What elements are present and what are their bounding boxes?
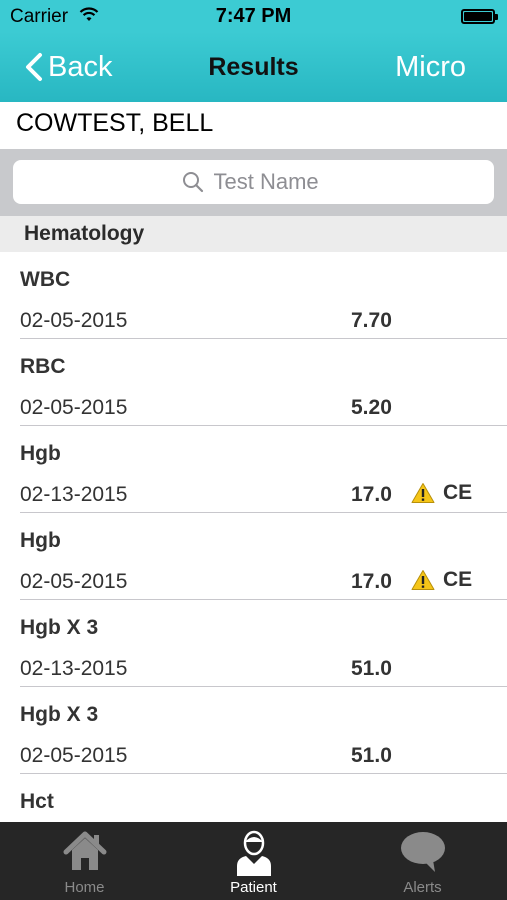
tab-alerts[interactable]: Alerts — [338, 822, 507, 900]
clock: 7:47 PM — [215, 5, 292, 27]
test-name: RBC — [20, 355, 66, 378]
tab-bar: Home Patient Alerts — [0, 822, 507, 900]
result-value: 17.0 — [351, 570, 392, 593]
back-button-label: Back — [48, 50, 113, 83]
result-row[interactable]: Hct — [0, 774, 507, 822]
tab-home[interactable]: Home — [0, 822, 169, 900]
result-value: 51.0 — [351, 657, 392, 680]
result-date: 02-05-2015 — [20, 744, 128, 767]
test-name: Hgb X 3 — [20, 703, 99, 726]
result-value: 5.20 — [351, 396, 392, 419]
speech-bubble-icon — [400, 832, 445, 872]
section-header-hematology: Hematology — [0, 216, 507, 252]
result-row[interactable]: Hgb X 3 02-13-2015 51.0 — [0, 600, 507, 687]
chevron-left-icon — [26, 53, 42, 81]
navigation-bar: Back Results Micro — [0, 32, 507, 102]
battery-icon — [461, 9, 498, 24]
result-value: 51.0 — [351, 744, 392, 767]
test-name: Hgb — [20, 529, 61, 552]
flag-label: CE — [443, 481, 473, 504]
status-bar: Carrier 7:47 PM — [0, 0, 507, 32]
result-row[interactable]: Hgb 02-05-2015 17.0 CE — [0, 513, 507, 600]
test-name: Hgb — [20, 442, 61, 465]
tab-alerts-label: Alerts — [403, 879, 442, 896]
home-icon — [63, 831, 106, 870]
result-value: 17.0 — [351, 483, 392, 506]
tab-patient[interactable]: Patient — [169, 822, 338, 900]
test-name: Hgb X 3 — [20, 616, 99, 639]
patient-name: COWTEST, BELL — [0, 102, 507, 149]
result-date: 02-05-2015 — [20, 396, 128, 419]
result-date: 02-05-2015 — [20, 570, 128, 593]
result-date: 02-13-2015 — [20, 483, 128, 506]
flag-label: CE — [443, 568, 473, 591]
result-row[interactable]: RBC 02-05-2015 5.20 — [0, 339, 507, 426]
search-bar — [0, 149, 507, 216]
critical-flag: CE — [411, 481, 472, 505]
critical-flag: CE — [411, 568, 472, 592]
back-button[interactable]: Back — [24, 50, 112, 84]
result-value: 7.70 — [351, 309, 392, 332]
patient-icon — [236, 830, 271, 876]
result-row[interactable]: WBC 02-05-2015 7.70 — [0, 252, 507, 339]
search-input[interactable] — [213, 169, 326, 195]
result-date: 02-05-2015 — [20, 309, 128, 332]
test-name: WBC — [20, 268, 71, 291]
result-row[interactable]: Hgb X 3 02-05-2015 51.0 — [0, 687, 507, 774]
search-icon — [182, 172, 203, 193]
result-row[interactable]: Hgb 02-13-2015 17.0 CE — [0, 426, 507, 513]
results-list[interactable]: WBC 02-05-2015 7.70 RBC 02-05-2015 5.20 … — [0, 252, 507, 822]
result-date: 02-13-2015 — [20, 657, 128, 680]
test-name: Hct — [20, 790, 54, 813]
search-field[interactable] — [13, 160, 494, 204]
warning-icon — [411, 483, 435, 503]
micro-button[interactable]: Micro — [395, 51, 466, 84]
tab-patient-label: Patient — [230, 879, 277, 896]
tab-home-label: Home — [64, 879, 105, 896]
warning-icon — [411, 570, 435, 590]
